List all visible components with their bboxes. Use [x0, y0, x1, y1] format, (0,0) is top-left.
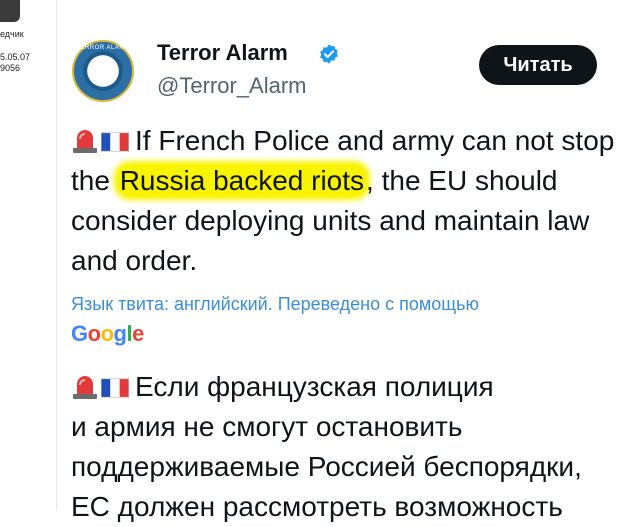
neighbor-avatar	[0, 0, 20, 22]
neighbor-post-strip: едчик 5.05.07 9056	[0, 0, 54, 510]
translated-line-3: поддерживаемые Россией беспорядки,	[71, 451, 582, 482]
avatar-core-logo	[95, 60, 113, 82]
siren-icon	[73, 130, 97, 153]
tweet-text: If French Police and army can not stop t…	[71, 121, 631, 281]
siren-icon	[73, 376, 97, 399]
avatar-ring-text: TERROR ALARM	[76, 45, 130, 51]
translated-line-4: ЕС должен рассмотреть возможность	[71, 491, 563, 522]
author-handle[interactable]: @Terror_Alarm	[157, 73, 306, 99]
neighbor-name: едчик	[0, 29, 24, 39]
translation-note[interactable]: Язык твита: английский. Переведено с пом…	[71, 294, 479, 315]
translated-line-text: Если французская полиция	[135, 371, 494, 402]
tweet-card: TERROR ALARM Terror Alarm @Terror_Alarm …	[57, 0, 640, 522]
france-flag-icon	[101, 132, 129, 152]
translated-line-2: и армия не смогут остановить	[71, 411, 463, 442]
translated-text: Если французская полиция и армия не смог…	[71, 367, 640, 527]
read-button[interactable]: Читать	[479, 45, 597, 85]
google-logo: Google	[71, 321, 144, 346]
neighbor-date: 5.05.07	[0, 52, 31, 62]
verified-badge-icon	[320, 44, 338, 64]
author-name[interactable]: Terror Alarm	[157, 40, 288, 66]
author-avatar[interactable]: TERROR ALARM	[72, 40, 134, 102]
translated-line-1: Если французская полиция	[71, 367, 640, 407]
france-flag-icon	[101, 378, 129, 398]
highlighted-phrase: Russia backed riots	[117, 165, 367, 196]
neighbor-id: 9056	[0, 63, 21, 73]
